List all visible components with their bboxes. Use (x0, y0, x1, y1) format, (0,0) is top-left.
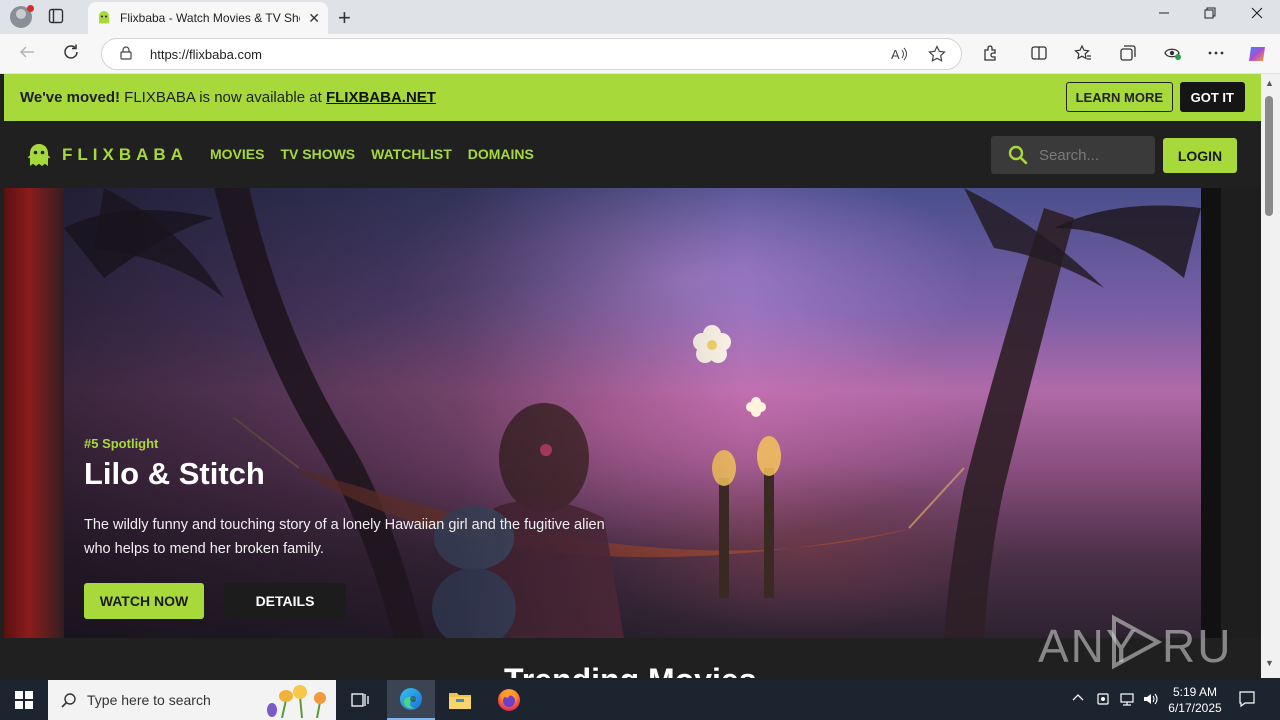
got-it-button[interactable]: GOT IT (1179, 82, 1245, 112)
moved-announcement-bar: We've moved! FLIXBABA is now available a… (4, 74, 1261, 121)
tab-title: Flixbaba - Watch Movies & TV Shows (120, 11, 300, 25)
learn-more-button[interactable]: LEARN MORE (1065, 82, 1173, 112)
announcement-text: We've moved! FLIXBABA is now available a… (20, 89, 436, 106)
scroll-down-arrow-icon[interactable]: ▼ (1265, 658, 1274, 668)
taskbar-search-box[interactable]: Type here to search (48, 680, 336, 720)
edge-browser-taskbar-icon[interactable] (387, 680, 435, 720)
profile-notification-dot (27, 5, 34, 12)
site-header: FLIXBABA MOVIES TV SHOWS WATCHLIST DOMAI… (4, 121, 1261, 188)
lock-icon[interactable] (120, 45, 134, 63)
site-search-box[interactable] (991, 136, 1155, 174)
refresh-icon[interactable] (62, 43, 80, 66)
nav-watchlist[interactable]: WATCHLIST (371, 146, 452, 162)
svg-text:A: A (891, 47, 900, 62)
notification-center-icon[interactable] (1238, 690, 1256, 713)
hero-description: The wildly funny and touching story of a… (84, 517, 605, 557)
tab-close-icon[interactable]: ✕ (308, 10, 320, 27)
hero-banner[interactable]: #5 Spotlight Lilo & Stitch The wildly fu… (64, 188, 1201, 638)
network-icon[interactable] (1119, 691, 1135, 710)
web-page: We've moved! FLIXBABA is now available a… (4, 74, 1261, 678)
login-button[interactable]: LOGIN (1163, 138, 1237, 173)
hero-next-slide-edge[interactable] (1201, 188, 1221, 638)
anyrun-watermark: ANY RUN (1038, 612, 1234, 672)
security-tray-icon[interactable] (1096, 691, 1110, 710)
hero-title: Lilo & Stitch (84, 456, 265, 491)
restore-icon[interactable] (1190, 6, 1230, 22)
url-text[interactable]: https://flixbaba.com (150, 47, 262, 62)
nav-tv-shows[interactable]: TV SHOWS (280, 146, 355, 162)
windows-start-icon[interactable] (0, 680, 48, 720)
back-arrow-icon[interactable] (18, 43, 36, 66)
system-clock[interactable]: 5:19 AM 6/17/2025 (1160, 684, 1230, 716)
taskbar-search-icon (61, 693, 76, 708)
taskbar-search-placeholder: Type here to search (87, 692, 211, 708)
trending-movies-heading: Trending Movies (504, 662, 756, 678)
clock-date: 6/17/2025 (1168, 701, 1222, 715)
browser-essentials-icon[interactable] (1163, 44, 1183, 67)
flixbaba-favicon-icon (99, 11, 109, 24)
copilot-icon[interactable] (1247, 43, 1269, 70)
firefox-taskbar-icon[interactable] (485, 680, 533, 720)
windows-taskbar: Type here to search 5:19 AM 6/17/2025 (0, 680, 1280, 720)
scroll-up-arrow-icon[interactable]: ▲ (1265, 78, 1274, 88)
new-domain-link[interactable]: FLIXBABA.NET (326, 89, 436, 106)
task-view-icon[interactable] (336, 680, 384, 720)
ghost-logo-icon (28, 144, 50, 166)
search-icon (1008, 145, 1028, 165)
svg-text:ANY: ANY (1038, 620, 1139, 672)
announcement-lead: We've moved! (20, 89, 120, 106)
address-bar[interactable]: https://flixbaba.com A (101, 38, 962, 70)
split-screen-icon[interactable] (1030, 44, 1048, 67)
hero-carousel: #5 Spotlight Lilo & Stitch The wildly fu… (4, 188, 1261, 638)
browser-tab-bar: Flixbaba - Watch Movies & TV Shows ✕ + (0, 0, 1280, 34)
volume-icon[interactable] (1142, 691, 1160, 710)
hero-text-shade (64, 188, 1201, 638)
settings-more-icon[interactable] (1207, 44, 1225, 67)
tab-actions-icon[interactable] (48, 8, 72, 26)
search-input[interactable] (1039, 146, 1149, 164)
nav-domains[interactable]: DOMAINS (468, 146, 534, 162)
anyrun-logo-icon: ANY RUN (1038, 614, 1234, 672)
minimize-icon[interactable] (1144, 6, 1184, 22)
search-highlight-flowers-icon (267, 685, 326, 718)
page-scrollbar[interactable]: ▲ ▼ (1261, 74, 1280, 678)
logo-text: FLIXBABA (62, 145, 188, 164)
new-tab-button[interactable]: + (338, 5, 351, 31)
details-button[interactable]: DETAILS (224, 583, 346, 619)
clock-time: 5:19 AM (1172, 685, 1218, 699)
browser-toolbar: https://flixbaba.com A (0, 34, 1280, 74)
close-window-icon[interactable] (1237, 6, 1277, 22)
svg-text:RUN: RUN (1162, 620, 1234, 672)
favorite-star-icon[interactable] (928, 45, 946, 67)
announcement-body: FLIXBABA is now available at (120, 89, 326, 106)
read-aloud-icon[interactable]: A (890, 45, 908, 67)
spotlight-rank: #5 Spotlight (84, 436, 159, 451)
extensions-icon[interactable] (982, 44, 1000, 67)
show-hidden-icons-chevron-icon[interactable] (1071, 691, 1085, 708)
nav-movies[interactable]: MOVIES (210, 146, 264, 162)
favorites-icon[interactable] (1074, 44, 1092, 67)
collections-icon[interactable] (1119, 44, 1137, 67)
main-nav: MOVIES TV SHOWS WATCHLIST DOMAINS (210, 146, 534, 162)
scroll-thumb[interactable] (1265, 96, 1273, 216)
file-explorer-taskbar-icon[interactable] (436, 680, 484, 720)
site-logo[interactable]: FLIXBABA (28, 143, 188, 167)
browser-tab-active[interactable]: Flixbaba - Watch Movies & TV Shows ✕ (88, 2, 328, 34)
watch-now-button[interactable]: WATCH NOW (84, 583, 204, 619)
